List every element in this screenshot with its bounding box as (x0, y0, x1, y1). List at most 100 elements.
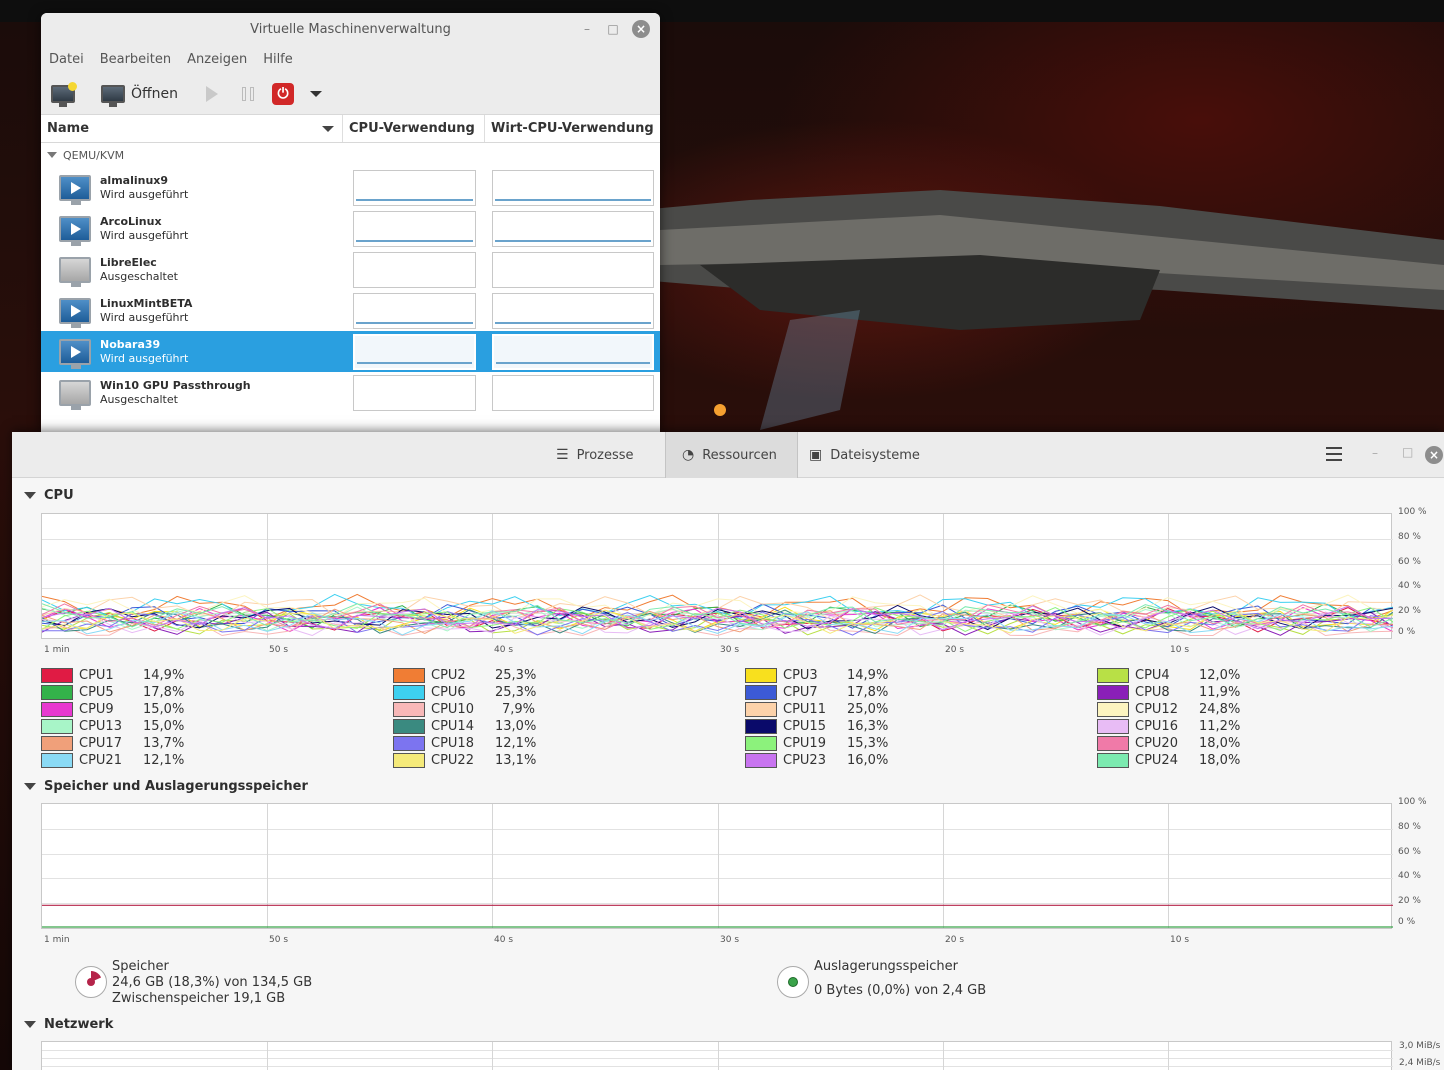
vm-row[interactable]: almalinux9 Wird ausgeführt (41, 167, 660, 208)
cpu-legend-item[interactable]: CPU8 11,9% (1097, 684, 1240, 701)
hamburger-menu-icon[interactable] (1326, 447, 1342, 461)
menu-hilfe[interactable]: Hilfe (263, 52, 293, 67)
menu-bearbeiten[interactable]: Bearbeiten (100, 52, 171, 67)
swap-pie-icon[interactable] (777, 966, 809, 998)
memory-pie-icon[interactable] (75, 966, 107, 998)
shutdown-menu-button[interactable] (310, 90, 323, 97)
cpu-legend-item[interactable]: CPU21 12,1% (41, 752, 184, 769)
memory-section-header[interactable]: Speicher und Auslagerungsspeicher (24, 779, 308, 794)
cpu-legend-item[interactable]: CPU9 15,0% (41, 701, 184, 718)
vmm-titlebar[interactable]: Virtuelle Maschinenverwaltung – □ × (41, 13, 660, 45)
cpu-legend-item[interactable]: CPU10 7,9% (393, 701, 535, 718)
cpu-legend-item[interactable]: CPU1 14,9% (41, 667, 184, 684)
cpu-legend-item[interactable]: CPU5 17,8% (41, 684, 184, 701)
cpu-color-swatch[interactable] (1097, 702, 1129, 717)
cpu-color-swatch[interactable] (41, 685, 73, 700)
vmm-minimize-button[interactable]: – (574, 13, 600, 45)
memory-info: Speicher 24,6 GB (18,3%) von 134,5 GB Zw… (112, 959, 312, 1007)
menu-datei[interactable]: Datei (49, 52, 84, 67)
sysmon-minimize-button[interactable]: – (1372, 446, 1378, 460)
cpu-color-swatch[interactable] (41, 719, 73, 734)
cpu-color-swatch[interactable] (393, 702, 425, 717)
vmm-menubar: Datei Bearbeiten Anzeigen Hilfe (41, 45, 660, 73)
cpu-legend-item[interactable]: CPU13 15,0% (41, 718, 184, 735)
x-tick-label: 10 s (1170, 645, 1190, 655)
vm-name: ArcoLinux (100, 214, 162, 228)
vmm-maximize-button[interactable]: □ (600, 13, 626, 45)
connection-group[interactable]: QEMU/KVM (41, 143, 660, 167)
cpu-color-swatch[interactable] (393, 668, 425, 683)
cpu-color-swatch[interactable] (745, 736, 777, 751)
vm-row[interactable]: Nobara39 Wird ausgeführt (41, 331, 660, 372)
cpu-legend-item[interactable]: CPU16 11,2% (1097, 718, 1240, 735)
run-button[interactable] (206, 85, 219, 102)
vm-cpu-sparkline (353, 170, 476, 206)
cpu-color-swatch[interactable] (1097, 668, 1129, 683)
vm-host-cpu-sparkline (492, 293, 654, 329)
tab-prozesse[interactable]: ☰ Prozesse (556, 432, 666, 478)
sysmon-headerbar[interactable]: ☰ Prozesse ◔ Ressourcen ▣ Dateisysteme –… (12, 432, 1444, 478)
cpu-color-swatch[interactable] (1097, 719, 1129, 734)
vm-row[interactable]: LibreElec Ausgeschaltet (41, 249, 660, 290)
cpu-value: 24,8% (1199, 702, 1241, 717)
cpu-legend-item[interactable]: CPU17 13,7% (41, 735, 184, 752)
column-name[interactable]: Name (41, 115, 343, 142)
cpu-color-swatch[interactable] (41, 668, 73, 683)
shutdown-button[interactable]: ⏻ (272, 82, 295, 105)
vm-row[interactable]: Win10 GPU Passthrough Ausgeschaltet (41, 372, 660, 413)
vm-row[interactable]: LinuxMintBETA Wird ausgeführt (41, 290, 660, 331)
cpu-legend-item[interactable]: CPU11 25,0% (745, 701, 888, 718)
cpu-legend-item[interactable]: CPU23 16,0% (745, 752, 888, 769)
cpu-color-swatch[interactable] (745, 702, 777, 717)
vm-cpu-sparkline (353, 252, 476, 288)
sysmon-maximize-button[interactable]: □ (1402, 445, 1413, 459)
cpu-legend-item[interactable]: CPU4 12,0% (1097, 667, 1240, 684)
cpu-color-swatch[interactable] (745, 685, 777, 700)
network-section-header[interactable]: Netzwerk (24, 1017, 113, 1032)
cpu-legend-item[interactable]: CPU22 13,1% (393, 752, 536, 769)
column-cpu[interactable]: CPU-Verwendung (343, 115, 485, 142)
menu-anzeigen[interactable]: Anzeigen (187, 52, 247, 67)
cpu-legend-item[interactable]: CPU3 14,9% (745, 667, 888, 684)
new-vm-button[interactable] (51, 81, 77, 107)
x-tick-label: 20 s (945, 935, 965, 945)
cpu-legend-item[interactable]: CPU19 15,3% (745, 735, 888, 752)
vm-monitor-icon (59, 174, 91, 205)
cpu-legend-item[interactable]: CPU18 12,1% (393, 735, 537, 752)
column-host-cpu[interactable]: Wirt-CPU-Verwendung (485, 115, 660, 142)
pause-button[interactable] (242, 86, 255, 101)
tab-dateisysteme[interactable]: ▣ Dateisysteme (809, 432, 939, 478)
cpu-color-swatch[interactable] (393, 736, 425, 751)
cpu-value: 12,1% (495, 736, 537, 751)
cpu-color-swatch[interactable] (41, 702, 73, 717)
cpu-color-swatch[interactable] (41, 753, 73, 768)
cpu-color-swatch[interactable] (393, 685, 425, 700)
cpu-legend-item[interactable]: CPU2 25,3% (393, 667, 537, 684)
cpu-color-swatch[interactable] (393, 719, 425, 734)
open-button[interactable]: Öffnen (101, 84, 178, 107)
cpu-legend-item[interactable]: CPU15 16,3% (745, 718, 888, 735)
cpu-color-swatch[interactable] (41, 736, 73, 751)
cpu-legend-item[interactable]: CPU20 18,0% (1097, 735, 1240, 752)
cpu-section-header[interactable]: CPU (24, 488, 74, 503)
vmm-close-button[interactable]: × (628, 13, 654, 45)
cpu-color-swatch[interactable] (393, 753, 425, 768)
tab-ressourcen[interactable]: ◔ Ressourcen (665, 432, 798, 478)
vm-state: Wird ausgeführt (100, 310, 189, 324)
sysmon-close-button[interactable]: × (1425, 446, 1443, 464)
cpu-color-swatch[interactable] (745, 668, 777, 683)
cpu-legend-item[interactable]: CPU24 18,0% (1097, 752, 1240, 769)
vm-row[interactable]: ArcoLinux Wird ausgeführt (41, 208, 660, 249)
cpu-color-swatch[interactable] (1097, 736, 1129, 751)
cpu-legend-item[interactable]: CPU14 13,0% (393, 718, 536, 735)
cpu-legend-item[interactable]: CPU12 24,8% (1097, 701, 1241, 718)
cpu-color-swatch[interactable] (745, 753, 777, 768)
vm-state: Ausgeschaltet (100, 392, 178, 406)
cpu-color-swatch[interactable] (745, 719, 777, 734)
cpu-legend-item[interactable]: CPU7 17,8% (745, 684, 888, 701)
cpu-color-swatch[interactable] (1097, 753, 1129, 768)
cpu-legend-item[interactable]: CPU6 25,3% (393, 684, 536, 701)
cpu-value: 25,3% (495, 668, 537, 683)
cpu-name: CPU8 (1135, 685, 1170, 700)
cpu-color-swatch[interactable] (1097, 685, 1129, 700)
